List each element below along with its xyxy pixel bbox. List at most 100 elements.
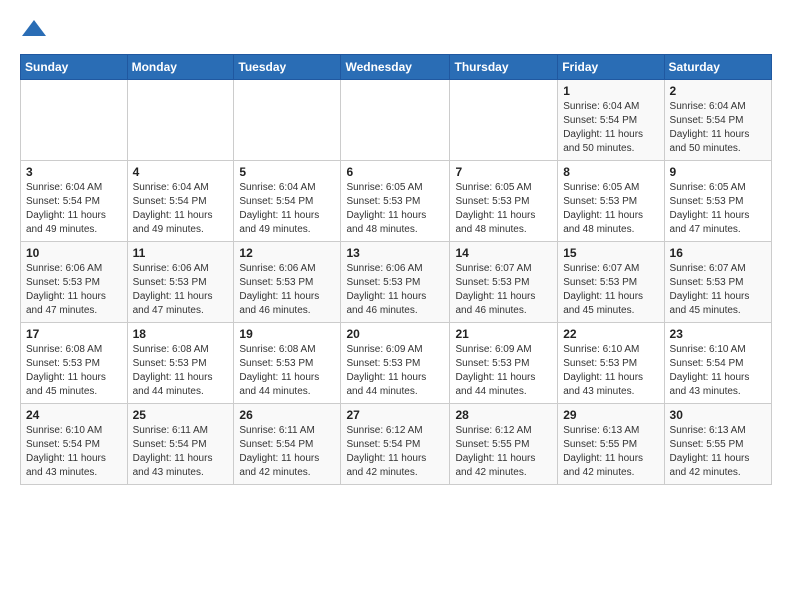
calendar-week-row: 3 Sunrise: 6:04 AM Sunset: 5:54 PM Daylig… <box>21 161 772 242</box>
weekday-header-friday: Friday <box>558 55 664 80</box>
day-info: Sunrise: 6:04 AM Sunset: 5:54 PM Dayligh… <box>26 181 122 237</box>
calendar-cell: 23Sunrise: 6:10 AM Sunset: 5:54 PM Dayli… <box>664 323 771 404</box>
day-info: Sunrise: 6:05 AM Sunset: 5:53 PM Dayligh… <box>455 181 552 237</box>
logo-icon <box>20 16 48 44</box>
calendar-cell <box>21 80 128 161</box>
day-info: Sunrise: 6:13 AM Sunset: 5:55 PM Dayligh… <box>563 424 658 480</box>
calendar-cell: 15 Sunrise: 6:07 AM Sunset: 5:53 PM Dayli… <box>558 242 664 323</box>
day-info: Sunrise: 6:07 AM Sunset: 5:53 PM Dayligh… <box>455 262 552 318</box>
weekday-header-sunday: Sunday <box>21 55 128 80</box>
calendar-cell: 17 Sunrise: 6:08 AM Sunset: 5:53 PM Dayli… <box>21 323 128 404</box>
day-info: Sunrise: 6:07 AM Sunset: 5:53 PM Dayligh… <box>670 262 766 318</box>
day-number: 22 <box>563 327 658 341</box>
day-info: Sunrise: 6:08 AM Sunset: 5:53 PM Dayligh… <box>26 343 122 399</box>
calendar-cell: 30Sunrise: 6:13 AM Sunset: 5:55 PM Dayli… <box>664 404 771 485</box>
day-info: Sunrise: 6:05 AM Sunset: 5:53 PM Dayligh… <box>346 181 444 237</box>
day-info: Sunrise: 6:04 AM Sunset: 5:54 PM Dayligh… <box>133 181 229 237</box>
day-info: Sunrise: 6:10 AM Sunset: 5:53 PM Dayligh… <box>563 343 658 399</box>
day-number: 29 <box>563 408 658 422</box>
day-number: 25 <box>133 408 229 422</box>
calendar-cell <box>234 80 341 161</box>
calendar-cell: 26Sunrise: 6:11 AM Sunset: 5:54 PM Dayli… <box>234 404 341 485</box>
calendar-cell: 7 Sunrise: 6:05 AM Sunset: 5:53 PM Daylig… <box>450 161 558 242</box>
day-info: Sunrise: 6:06 AM Sunset: 5:53 PM Dayligh… <box>239 262 335 318</box>
day-number: 14 <box>455 246 552 260</box>
day-number: 28 <box>455 408 552 422</box>
day-number: 13 <box>346 246 444 260</box>
day-info: Sunrise: 6:05 AM Sunset: 5:53 PM Dayligh… <box>670 181 766 237</box>
calendar-cell <box>341 80 450 161</box>
day-number: 18 <box>133 327 229 341</box>
day-number: 3 <box>26 165 122 179</box>
day-number: 5 <box>239 165 335 179</box>
calendar-cell: 5 Sunrise: 6:04 AM Sunset: 5:54 PM Daylig… <box>234 161 341 242</box>
day-number: 19 <box>239 327 335 341</box>
day-info: Sunrise: 6:04 AM Sunset: 5:54 PM Dayligh… <box>670 100 766 156</box>
calendar-week-row: 17 Sunrise: 6:08 AM Sunset: 5:53 PM Dayli… <box>21 323 772 404</box>
day-info: Sunrise: 6:05 AM Sunset: 5:53 PM Dayligh… <box>563 181 658 237</box>
calendar-table: SundayMondayTuesdayWednesdayThursdayFrid… <box>20 54 772 485</box>
day-info: Sunrise: 6:09 AM Sunset: 5:53 PM Dayligh… <box>455 343 552 399</box>
day-number: 6 <box>346 165 444 179</box>
calendar-cell: 22 Sunrise: 6:10 AM Sunset: 5:53 PM Dayli… <box>558 323 664 404</box>
calendar-cell: 25Sunrise: 6:11 AM Sunset: 5:54 PM Dayli… <box>127 404 234 485</box>
calendar-cell: 24 Sunrise: 6:10 AM Sunset: 5:54 PM Dayli… <box>21 404 128 485</box>
day-number: 4 <box>133 165 229 179</box>
calendar-cell: 28Sunrise: 6:12 AM Sunset: 5:55 PM Dayli… <box>450 404 558 485</box>
calendar-cell: 2 Sunrise: 6:04 AM Sunset: 5:54 PM Daylig… <box>664 80 771 161</box>
calendar-cell: 13 Sunrise: 6:06 AM Sunset: 5:53 PM Dayli… <box>341 242 450 323</box>
day-info: Sunrise: 6:04 AM Sunset: 5:54 PM Dayligh… <box>239 181 335 237</box>
calendar-cell: 19 Sunrise: 6:08 AM Sunset: 5:53 PM Dayli… <box>234 323 341 404</box>
weekday-header-wednesday: Wednesday <box>341 55 450 80</box>
day-number: 8 <box>563 165 658 179</box>
calendar-cell: 16 Sunrise: 6:07 AM Sunset: 5:53 PM Dayli… <box>664 242 771 323</box>
day-number: 1 <box>563 84 658 98</box>
day-number: 17 <box>26 327 122 341</box>
day-number: 15 <box>563 246 658 260</box>
calendar-cell: 29 Sunrise: 6:13 AM Sunset: 5:55 PM Dayli… <box>558 404 664 485</box>
calendar-cell: 27Sunrise: 6:12 AM Sunset: 5:54 PM Dayli… <box>341 404 450 485</box>
day-number: 24 <box>26 408 122 422</box>
weekday-header-saturday: Saturday <box>664 55 771 80</box>
day-info: Sunrise: 6:10 AM Sunset: 5:54 PM Dayligh… <box>670 343 766 399</box>
day-info: Sunrise: 6:07 AM Sunset: 5:53 PM Dayligh… <box>563 262 658 318</box>
calendar-cell: 18 Sunrise: 6:08 AM Sunset: 5:53 PM Dayli… <box>127 323 234 404</box>
calendar-cell: 3 Sunrise: 6:04 AM Sunset: 5:54 PM Daylig… <box>21 161 128 242</box>
day-number: 2 <box>670 84 766 98</box>
day-number: 12 <box>239 246 335 260</box>
weekday-header-thursday: Thursday <box>450 55 558 80</box>
day-info: Sunrise: 6:08 AM Sunset: 5:53 PM Dayligh… <box>133 343 229 399</box>
calendar-week-row: 24 Sunrise: 6:10 AM Sunset: 5:54 PM Dayli… <box>21 404 772 485</box>
calendar-cell: 21Sunrise: 6:09 AM Sunset: 5:53 PM Dayli… <box>450 323 558 404</box>
day-number: 20 <box>346 327 444 341</box>
day-number: 9 <box>670 165 766 179</box>
day-number: 26 <box>239 408 335 422</box>
calendar-cell: 9 Sunrise: 6:05 AM Sunset: 5:53 PM Daylig… <box>664 161 771 242</box>
logo <box>20 16 52 44</box>
calendar-cell: 20Sunrise: 6:09 AM Sunset: 5:53 PM Dayli… <box>341 323 450 404</box>
day-number: 11 <box>133 246 229 260</box>
calendar-cell <box>127 80 234 161</box>
day-number: 27 <box>346 408 444 422</box>
calendar-cell: 4 Sunrise: 6:04 AM Sunset: 5:54 PM Daylig… <box>127 161 234 242</box>
day-info: Sunrise: 6:06 AM Sunset: 5:53 PM Dayligh… <box>346 262 444 318</box>
day-info: Sunrise: 6:06 AM Sunset: 5:53 PM Dayligh… <box>26 262 122 318</box>
day-number: 30 <box>670 408 766 422</box>
calendar-header-row: SundayMondayTuesdayWednesdayThursdayFrid… <box>21 55 772 80</box>
calendar-cell: 10 Sunrise: 6:06 AM Sunset: 5:53 PM Dayli… <box>21 242 128 323</box>
day-number: 7 <box>455 165 552 179</box>
calendar-week-row: 10 Sunrise: 6:06 AM Sunset: 5:53 PM Dayli… <box>21 242 772 323</box>
calendar-cell: 6 Sunrise: 6:05 AM Sunset: 5:53 PM Daylig… <box>341 161 450 242</box>
calendar-cell: 12 Sunrise: 6:06 AM Sunset: 5:53 PM Dayli… <box>234 242 341 323</box>
calendar-cell: 1 Sunrise: 6:04 AM Sunset: 5:54 PM Daylig… <box>558 80 664 161</box>
page: SundayMondayTuesdayWednesdayThursdayFrid… <box>0 0 792 501</box>
weekday-header-monday: Monday <box>127 55 234 80</box>
day-info: Sunrise: 6:08 AM Sunset: 5:53 PM Dayligh… <box>239 343 335 399</box>
day-info: Sunrise: 6:10 AM Sunset: 5:54 PM Dayligh… <box>26 424 122 480</box>
day-number: 10 <box>26 246 122 260</box>
day-number: 16 <box>670 246 766 260</box>
day-info: Sunrise: 6:04 AM Sunset: 5:54 PM Dayligh… <box>563 100 658 156</box>
weekday-header-tuesday: Tuesday <box>234 55 341 80</box>
calendar-cell: 14 Sunrise: 6:07 AM Sunset: 5:53 PM Dayli… <box>450 242 558 323</box>
calendar-cell: 8 Sunrise: 6:05 AM Sunset: 5:53 PM Daylig… <box>558 161 664 242</box>
